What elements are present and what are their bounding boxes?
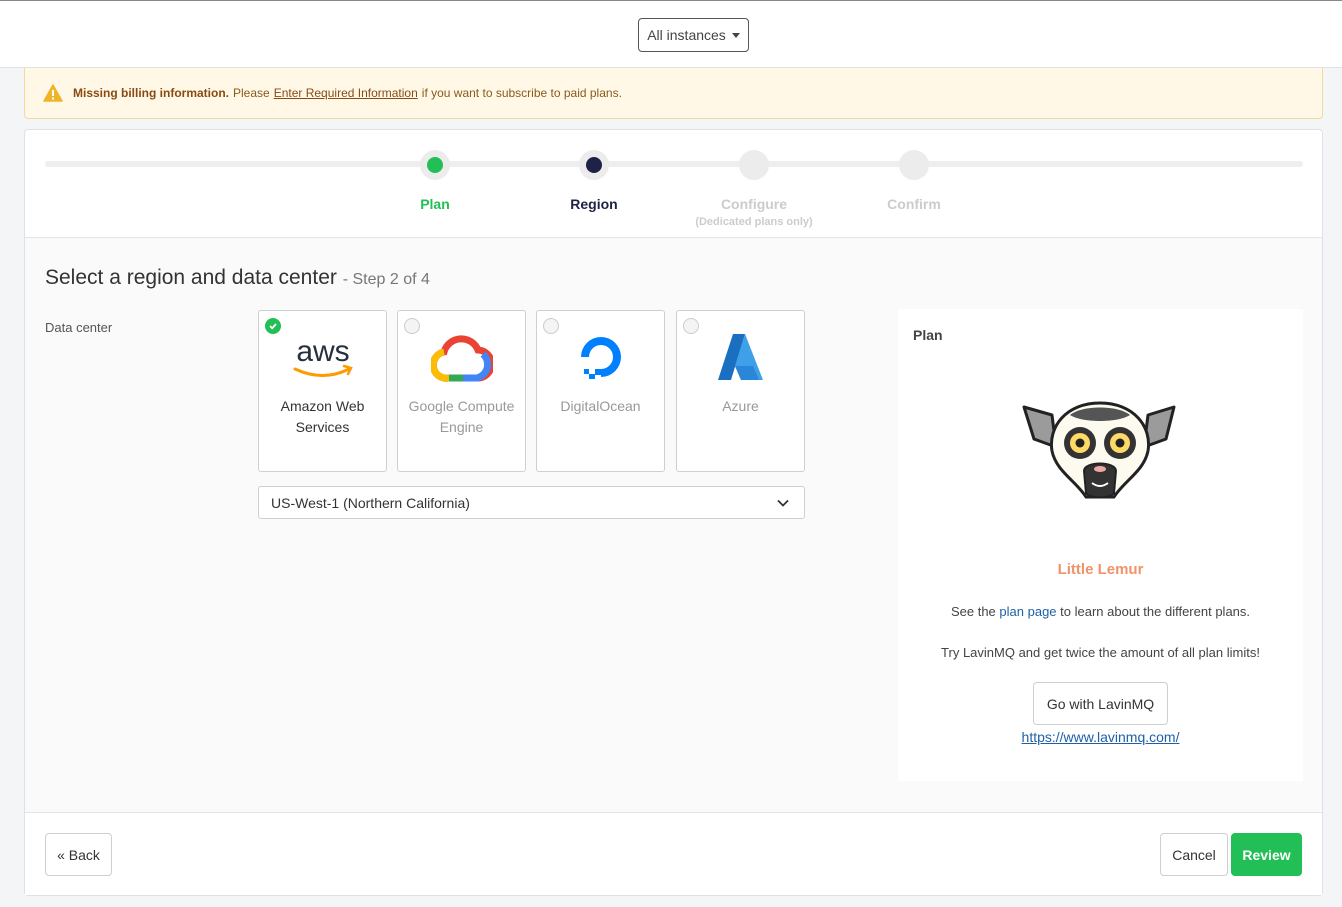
step-label: Configure: [720, 196, 788, 212]
data-center-label: Data center: [45, 320, 113, 335]
google-cloud-logo-icon: [398, 327, 525, 387]
lemur-mascot-icon: [1022, 401, 1176, 499]
stepper: Plan Region Configure (Dedicated plans o…: [25, 130, 1322, 238]
provider-name: Amazon Web Services: [280, 398, 365, 435]
caret-down-icon: [731, 32, 740, 38]
step-label: Region: [570, 196, 618, 212]
lavinmq-url-link[interactable]: https://www.lavinmq.com/: [898, 729, 1303, 745]
lavinmq-promo-text: Try LavinMQ and get twice the amount of …: [941, 645, 1260, 660]
review-button[interactable]: Review: [1231, 833, 1302, 876]
alert-text-post: if you want to subscribe to paid plans.: [421, 86, 622, 100]
wizard-card: Plan Region Configure (Dedicated plans o…: [24, 129, 1323, 896]
wizard-body: Select a region and data center - Step 2…: [25, 238, 1322, 812]
step-done-dot: [427, 157, 443, 173]
alert-text-pre: Please: [233, 86, 270, 100]
step-current-dot: [586, 157, 602, 173]
plan-info-post: to learn about the different plans.: [1060, 604, 1251, 619]
warning-icon: [43, 84, 63, 102]
back-button[interactable]: « Back: [45, 833, 112, 876]
step-region: Region: [534, 150, 654, 212]
plan-page-link[interactable]: plan page: [999, 604, 1056, 619]
plan-heading: Plan: [913, 327, 943, 343]
chevron-down-icon: [777, 499, 789, 507]
plan-panel: Plan Little Lemur See the plan page to l…: [898, 309, 1303, 781]
plan-info-text: See the plan page to learn about the dif…: [898, 604, 1303, 619]
cancel-button[interactable]: Cancel: [1160, 833, 1228, 876]
plan-info-pre: See the: [950, 604, 996, 619]
step-label: Confirm: [887, 196, 941, 212]
step-confirm: Confirm: [854, 150, 974, 212]
provider-name: DigitalOcean: [560, 398, 641, 414]
region-select-value: US-West-1 (Northern California): [271, 494, 470, 511]
page-title: Select a region and data center - Step 2…: [45, 266, 430, 290]
step-plan[interactable]: Plan: [375, 150, 495, 212]
stepper-track: [45, 161, 1303, 167]
all-instances-dropdown[interactable]: All instances: [638, 18, 749, 52]
go-with-lavinmq-button[interactable]: Go with LavinMQ: [1033, 682, 1168, 725]
provider-name: Google Compute Engine: [408, 398, 515, 435]
azure-logo-icon: [677, 327, 804, 387]
region-select[interactable]: US-West-1 (Northern California): [258, 486, 805, 519]
alert-title: Missing billing information.: [73, 86, 229, 100]
digitalocean-logo-icon: [537, 327, 664, 387]
step-sublabel: (Dedicated plans only): [695, 216, 813, 228]
enter-required-information-link[interactable]: Enter Required Information: [274, 86, 418, 100]
provider-aws[interactable]: aws Amazon Web Services: [258, 310, 387, 472]
provider-azure[interactable]: Azure: [676, 310, 805, 472]
all-instances-label: All instances: [647, 27, 726, 43]
page-title-text: Select a region and data center: [45, 266, 337, 289]
billing-alert: Missing billing information. Please Ente…: [24, 68, 1323, 119]
provider-name: Azure: [722, 398, 759, 414]
plan-name: Little Lemur: [1057, 561, 1144, 578]
provider-digitalocean[interactable]: DigitalOcean: [536, 310, 665, 472]
wizard-footer: « Back Cancel Review: [25, 812, 1322, 895]
step-configure: Configure (Dedicated plans only): [694, 150, 814, 228]
step-indicator: - Step 2 of 4: [342, 271, 430, 288]
svg-text:aws: aws: [296, 335, 349, 368]
top-bar: All instances: [0, 0, 1342, 68]
provider-google[interactable]: Google Compute Engine: [397, 310, 526, 472]
aws-logo-icon: aws: [259, 327, 386, 387]
step-label: Plan: [420, 196, 450, 212]
